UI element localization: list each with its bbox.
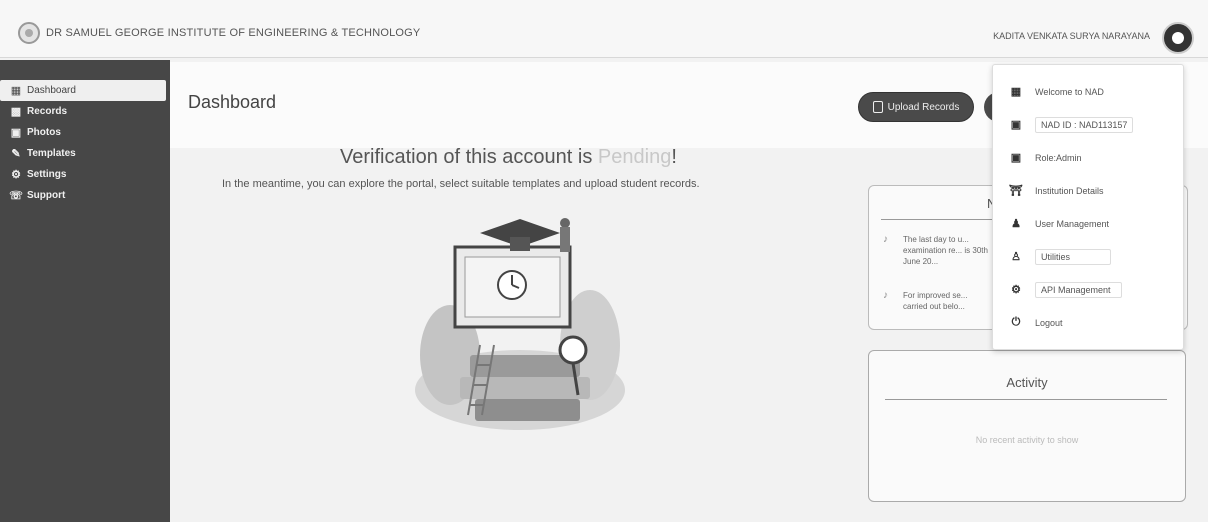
menu-item-logout[interactable]: ⏻ Logout	[993, 306, 1183, 339]
users-icon: ♟	[1011, 218, 1021, 230]
sidebar-item-label: Photos	[27, 127, 61, 138]
gears-icon: ⚙	[1011, 284, 1021, 296]
menu-item-label: Welcome to NAD	[1035, 86, 1104, 97]
activity-title: Activity	[1006, 375, 1048, 390]
document-icon: ▩	[10, 106, 22, 118]
verification-subtitle: In the meantime, you can explore the por…	[222, 178, 700, 190]
menu-item-welcome[interactable]: ▦ Welcome to NAD	[993, 75, 1183, 108]
sidebar-item-label: Support	[27, 190, 66, 201]
upload-records-button[interactable]: Upload Records	[858, 92, 974, 122]
menu-item-label: Role:Admin	[1035, 152, 1082, 163]
menu-item-institution-details[interactable]: ⛩ Institution Details	[993, 174, 1183, 207]
divider	[885, 399, 1167, 400]
menu-item-label: Logout	[1035, 317, 1063, 328]
notification-item[interactable]: For improved se... carried out belo...	[883, 290, 993, 312]
id-card-icon: ▣	[1010, 119, 1022, 131]
menu-item-label: API Management	[1035, 281, 1122, 298]
institute-name: DR SAMUEL GEORGE INSTITUTE OF ENGINEERIN…	[46, 27, 421, 39]
menu-item-label: NAD ID : NAD113157	[1035, 116, 1134, 133]
sidebar-item-label: Settings	[27, 169, 67, 180]
user-icon: ♙	[1011, 251, 1021, 263]
user-avatar-icon[interactable]	[1162, 22, 1194, 54]
sidebar-item-photos[interactable]: ▣ Photos	[0, 122, 170, 143]
menu-item-label: Utilities	[1035, 248, 1112, 265]
sidebar-item-support[interactable]: ☏ Support	[0, 185, 170, 206]
activity-card: Activity No recent activity to show	[868, 350, 1186, 502]
menu-item-label: User Management	[1035, 218, 1110, 229]
gear-icon: ⚙	[11, 169, 21, 181]
sidebar-item-label: Dashboard	[27, 85, 76, 96]
sidebar-item-label: Records	[27, 106, 68, 117]
calendar-icon: ▦	[10, 85, 22, 97]
verification-status: Pending	[597, 146, 672, 168]
power-icon: ⏻	[1011, 316, 1021, 328]
building-icon: ▦	[1010, 86, 1022, 98]
menu-item-api-management[interactable]: ⚙ API Management	[993, 273, 1183, 306]
sidebar-item-dashboard[interactable]: ▦ Dashboard	[0, 80, 166, 101]
upload-icon	[872, 101, 883, 113]
sidebar: ▦ Dashboard ▩ Records ▣ Photos ✎ Templat…	[0, 60, 170, 522]
verification-prefix: Verification of this account is	[340, 146, 598, 168]
sidebar-item-records[interactable]: ▩ Records	[0, 101, 170, 122]
headset-icon: ☏	[9, 190, 23, 202]
institution-icon: ⛩	[1009, 185, 1023, 197]
menu-item-label: Institution Details	[1035, 185, 1104, 196]
id-card-icon: ▣	[1010, 152, 1022, 164]
dashboard-illustration	[415, 218, 625, 430]
sidebar-item-settings[interactable]: ⚙ Settings	[0, 164, 170, 185]
pen-icon: ✎	[11, 148, 21, 160]
verification-suffix: !	[671, 146, 677, 168]
activity-empty-text: No recent activity to show	[975, 435, 1079, 445]
menu-item-nad-id[interactable]: ▣ NAD ID : NAD113157	[993, 108, 1183, 141]
top-header: DR SAMUEL GEORGE INSTITUTE OF ENGINEERIN…	[0, 0, 1208, 58]
photo-icon: ▣	[10, 127, 22, 139]
menu-item-role[interactable]: ▣ Role:Admin	[993, 141, 1183, 174]
menu-item-user-management[interactable]: ♟ User Management	[993, 207, 1183, 240]
verification-heading: Verification of this account is Pending!	[340, 146, 677, 169]
sidebar-item-templates[interactable]: ✎ Templates	[0, 143, 170, 164]
menu-item-utilities[interactable]: ♙ Utilities	[993, 240, 1183, 273]
sidebar-item-label: Templates	[27, 148, 76, 159]
user-name[interactable]: KADITA VENKATA SURYA NARAYANA	[993, 31, 1150, 41]
upload-records-label: Upload Records	[887, 101, 960, 113]
page-title: Dashboard	[188, 92, 277, 112]
notification-item[interactable]: The last day to u... examination re... i…	[883, 234, 993, 267]
user-dropdown-menu: ▦ Welcome to NAD ▣ NAD ID : NAD113157 ▣ …	[992, 64, 1184, 350]
institute-logo-icon	[18, 22, 40, 44]
